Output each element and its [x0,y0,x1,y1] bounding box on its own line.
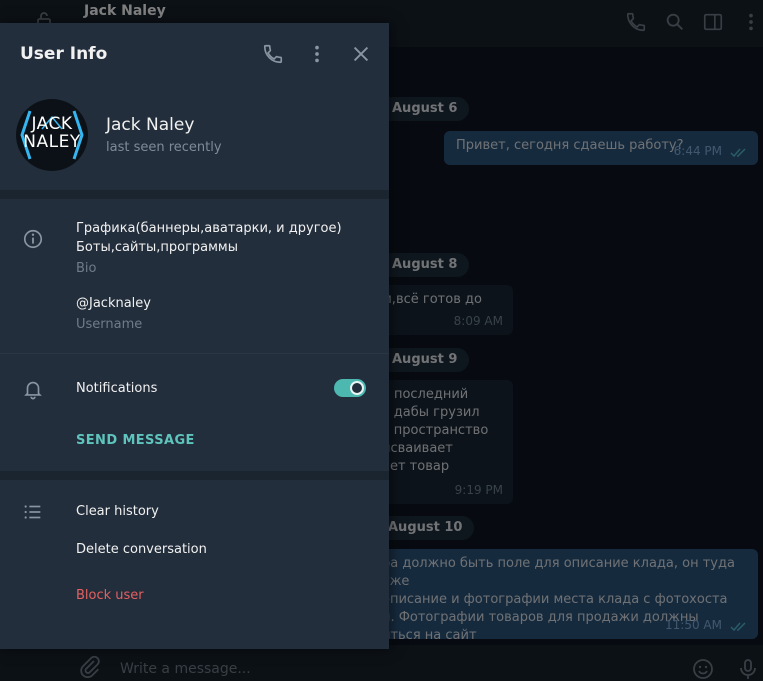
block-user-button[interactable]: Block user [76,588,144,603]
username-value[interactable]: @Jacknaley [76,296,151,311]
panel-title: User Info [20,44,108,64]
call-icon[interactable] [262,43,284,65]
more-options-icon[interactable] [306,43,328,65]
close-icon[interactable] [350,43,372,65]
avatar-text-line: NALEY [23,132,81,152]
thin-divider [0,353,389,354]
notifications-label: Notifications [76,381,158,396]
bell-icon [24,381,42,400]
user-info-panel: User Info JACK NALEY Jack Naley last see… [0,23,389,649]
delete-conversation-button[interactable]: Delete conversation [76,542,207,557]
notifications-toggle[interactable] [334,379,366,397]
list-icon [24,505,41,519]
divider [0,190,389,199]
user-name: Jack Naley [106,115,195,135]
avatar-text-line: JACK [31,114,73,134]
bio-label: Bio [76,261,97,276]
divider [0,471,389,480]
clear-history-button[interactable]: Clear history [76,504,159,519]
info-icon [23,229,43,249]
avatar[interactable]: JACK NALEY [16,99,88,171]
bio-line: Графика(баннеры,аватарки, и другое) [76,221,342,236]
toggle-knob [350,381,364,395]
bio-line: Боты,сайты,программы [76,240,239,255]
send-message-button[interactable]: SEND MESSAGE [76,433,195,448]
user-status: last seen recently [106,140,222,155]
username-label: Username [76,317,143,332]
